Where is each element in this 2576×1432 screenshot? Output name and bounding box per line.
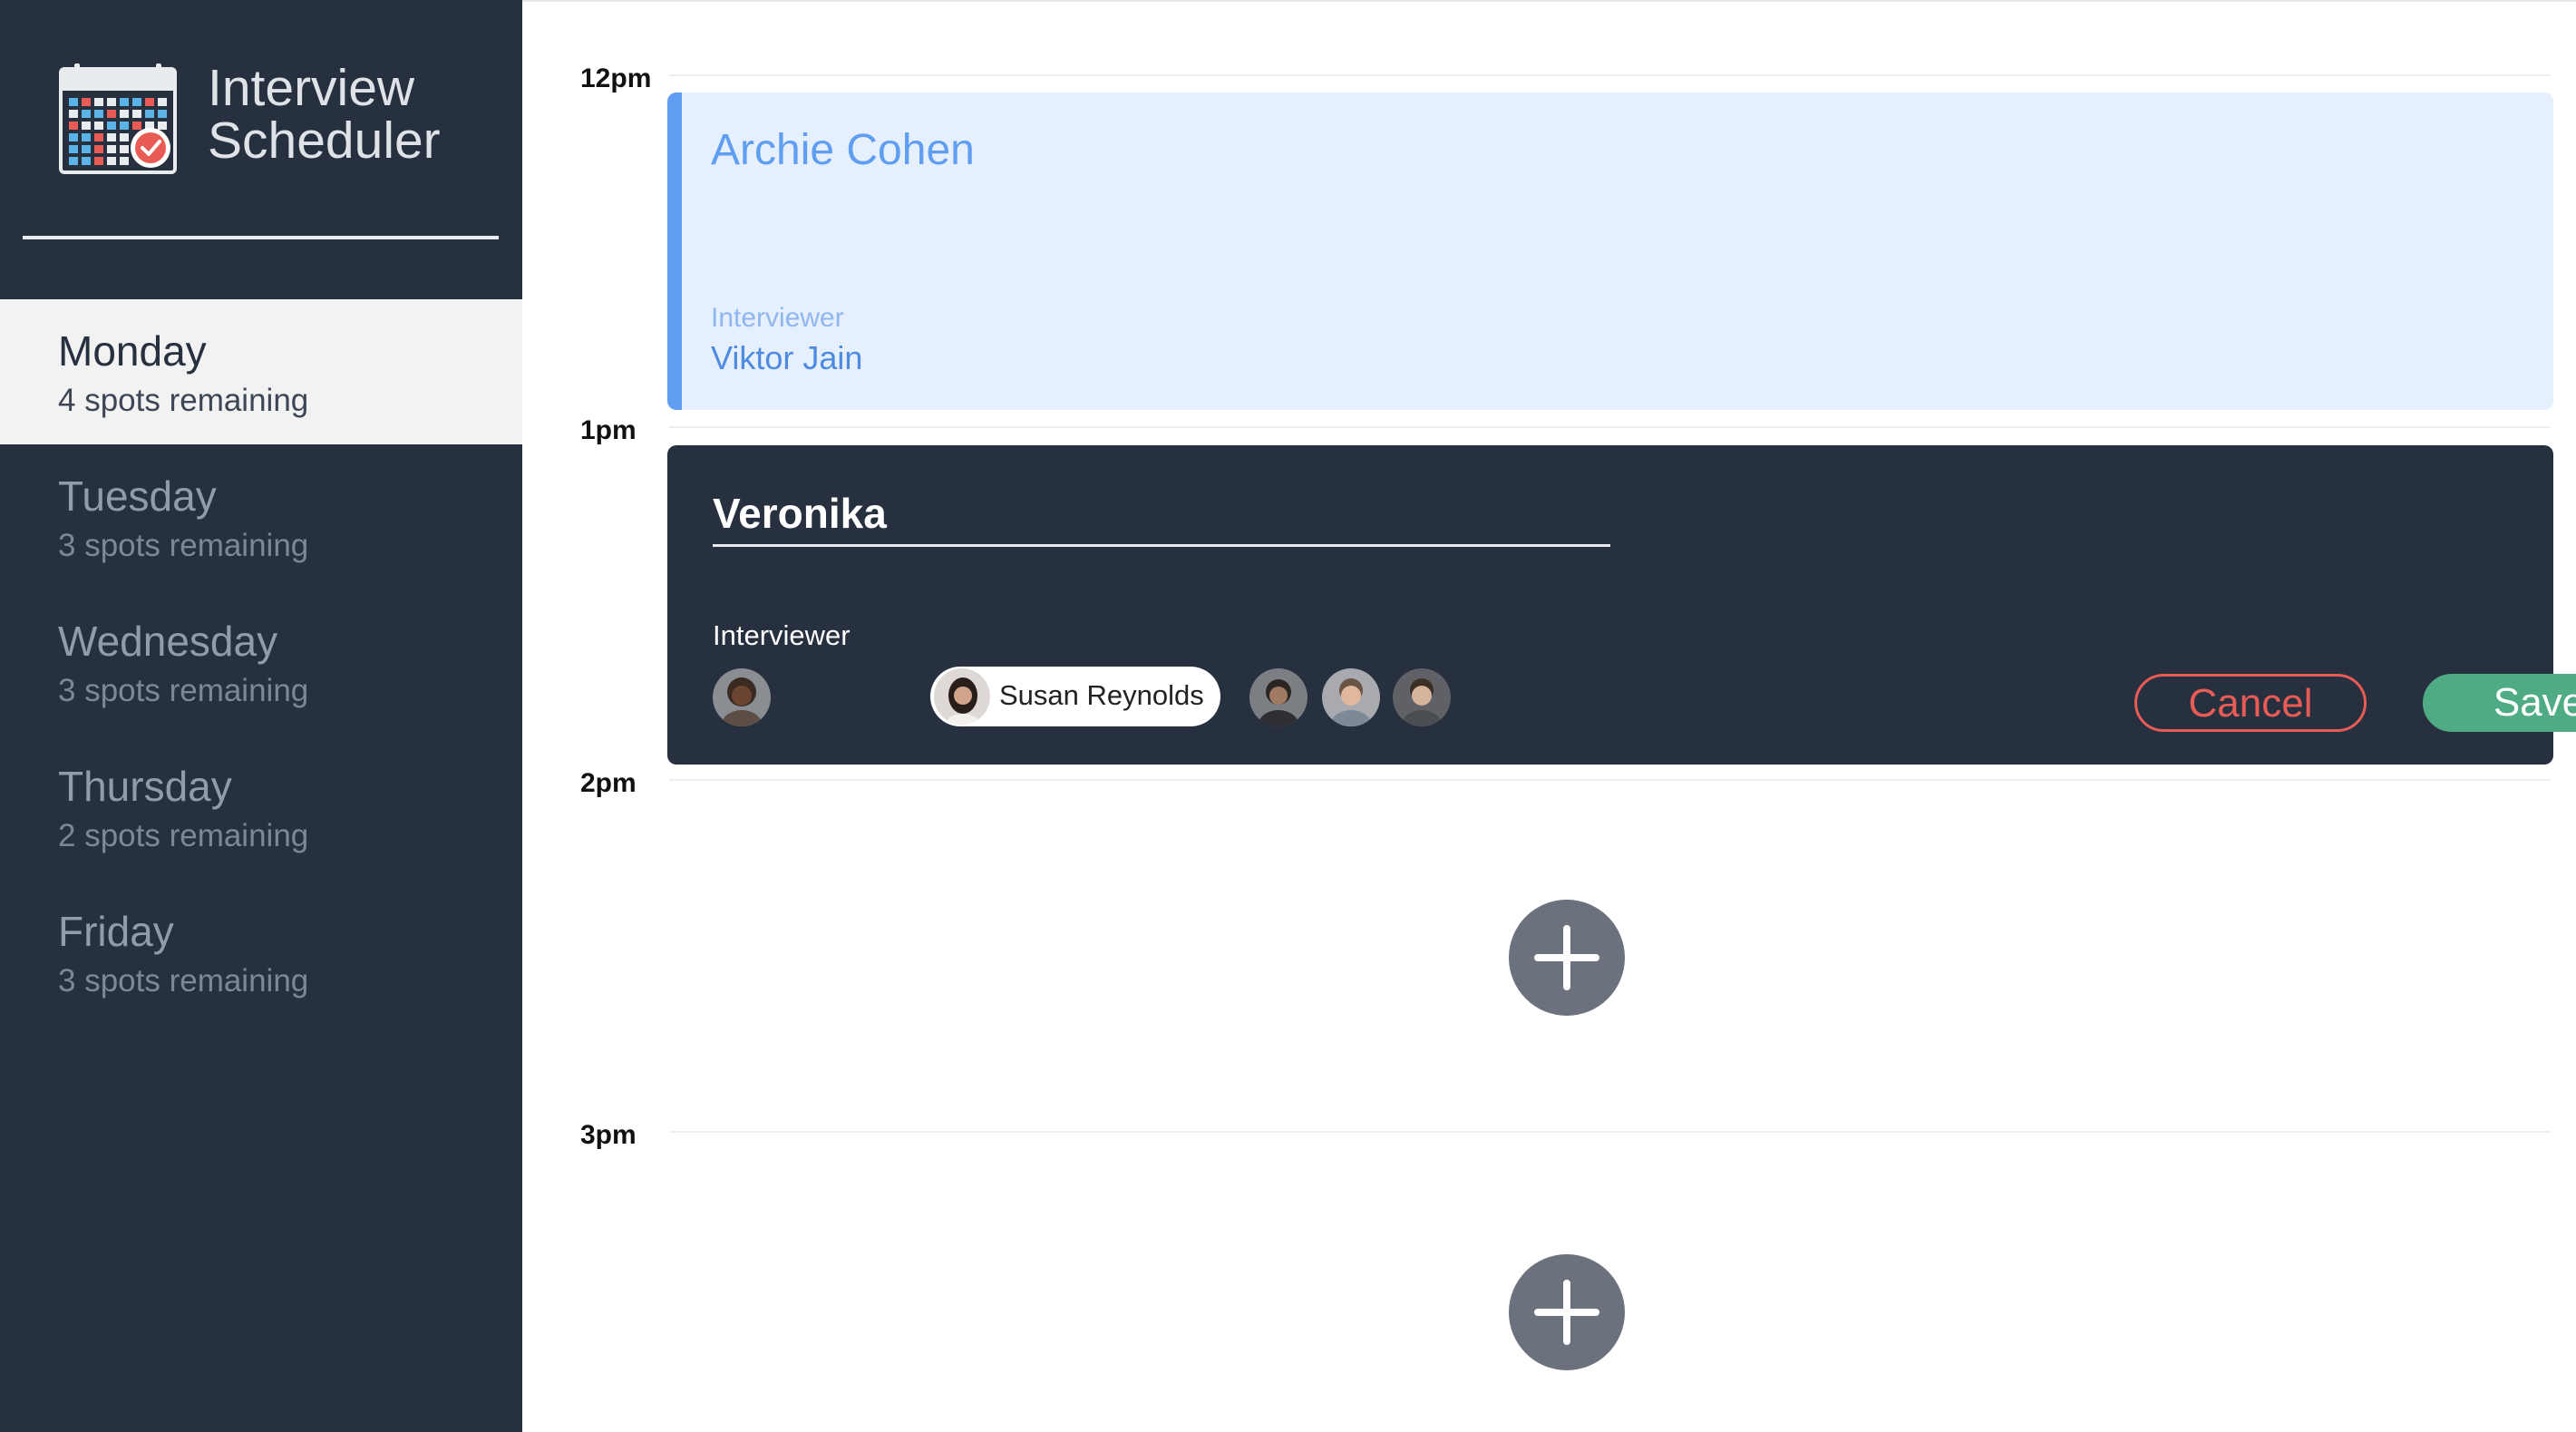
- app-title-line2: Scheduler: [208, 112, 441, 170]
- day-name: Friday: [58, 908, 174, 955]
- selected-interviewer-avatar: [934, 668, 990, 725]
- selected-interviewer-chip[interactable]: Susan Reynolds: [930, 667, 1220, 726]
- app-title: Interview Scheduler: [208, 62, 507, 167]
- day-name: Tuesday: [58, 472, 217, 520]
- appointment-form: Interviewer Sus: [667, 445, 2576, 765]
- interviewer-avatar-3[interactable]: [1249, 668, 1307, 726]
- add-appointment-button-3pm[interactable]: [1509, 1254, 1625, 1370]
- day-item-wednesday[interactable]: Wednesday 3 spots remaining: [0, 589, 522, 735]
- hour-divider: [669, 426, 2551, 428]
- day-spots: 4 spots remaining: [58, 383, 309, 418]
- plus-icon: [1534, 925, 1599, 990]
- plus-icon: [1534, 1280, 1599, 1345]
- time-label-12pm: 12pm: [580, 63, 652, 93]
- interviewer-avatar-4[interactable]: [1322, 668, 1380, 726]
- day-spots: 3 spots remaining: [58, 673, 309, 708]
- day-name: Wednesday: [58, 618, 278, 665]
- cancel-button[interactable]: Cancel: [2134, 674, 2367, 732]
- day-item-thursday[interactable]: Thursday 2 spots remaining: [0, 735, 522, 880]
- sidebar-divider: [23, 236, 499, 239]
- hour-divider: [669, 779, 2551, 781]
- day-spots: 3 spots remaining: [58, 528, 309, 563]
- time-label-2pm: 2pm: [580, 768, 637, 798]
- time-label-3pm: 3pm: [580, 1120, 637, 1150]
- hour-divider: [669, 74, 2551, 76]
- avatar-icon: [934, 668, 990, 725]
- selected-interviewer-name: Susan Reynolds: [999, 679, 1204, 711]
- interviewer-label: Interviewer: [711, 303, 844, 333]
- interviewer-avatar-5[interactable]: [1393, 668, 1451, 726]
- app-title-line1: Interview: [208, 59, 415, 117]
- booked-appointment-card[interactable]: Archie Cohen Interviewer Viktor Jain: [667, 93, 2553, 410]
- day-name: Thursday: [58, 763, 232, 810]
- day-name: Monday: [58, 327, 207, 375]
- day-item-friday[interactable]: Friday 3 spots remaining: [0, 880, 522, 1025]
- calendar-check-icon: [59, 63, 177, 174]
- day-item-monday[interactable]: Monday 4 spots remaining: [0, 299, 522, 444]
- time-label-1pm: 1pm: [580, 415, 637, 445]
- day-spots: 3 spots remaining: [58, 963, 309, 999]
- save-button[interactable]: Save: [2423, 674, 2576, 732]
- interviewer-label: Interviewer: [713, 619, 851, 651]
- appointment-interviewer-name: Viktor Jain: [711, 339, 863, 376]
- appointment-student-name: Archie Cohen: [711, 126, 975, 174]
- add-appointment-button-2pm[interactable]: [1509, 900, 1625, 1016]
- student-name-input[interactable]: [713, 482, 1610, 547]
- schedule-main: 12pm 1pm 2pm 3pm Archie Cohen Interviewe…: [522, 0, 2576, 1432]
- day-item-tuesday[interactable]: Tuesday 3 spots remaining: [0, 444, 522, 589]
- sidebar: Interview Scheduler Monday 4 spots remai…: [0, 0, 522, 1432]
- day-spots: 2 spots remaining: [58, 818, 309, 853]
- avatar-icon: [1322, 668, 1380, 726]
- app-root: Interview Scheduler Monday 4 spots remai…: [0, 0, 2576, 1432]
- avatar-icon: [1249, 668, 1307, 726]
- interviewer-avatar-1[interactable]: [713, 668, 771, 726]
- hour-divider: [669, 1131, 2551, 1133]
- avatar-icon: [1393, 668, 1451, 726]
- avatar-icon: [713, 668, 771, 726]
